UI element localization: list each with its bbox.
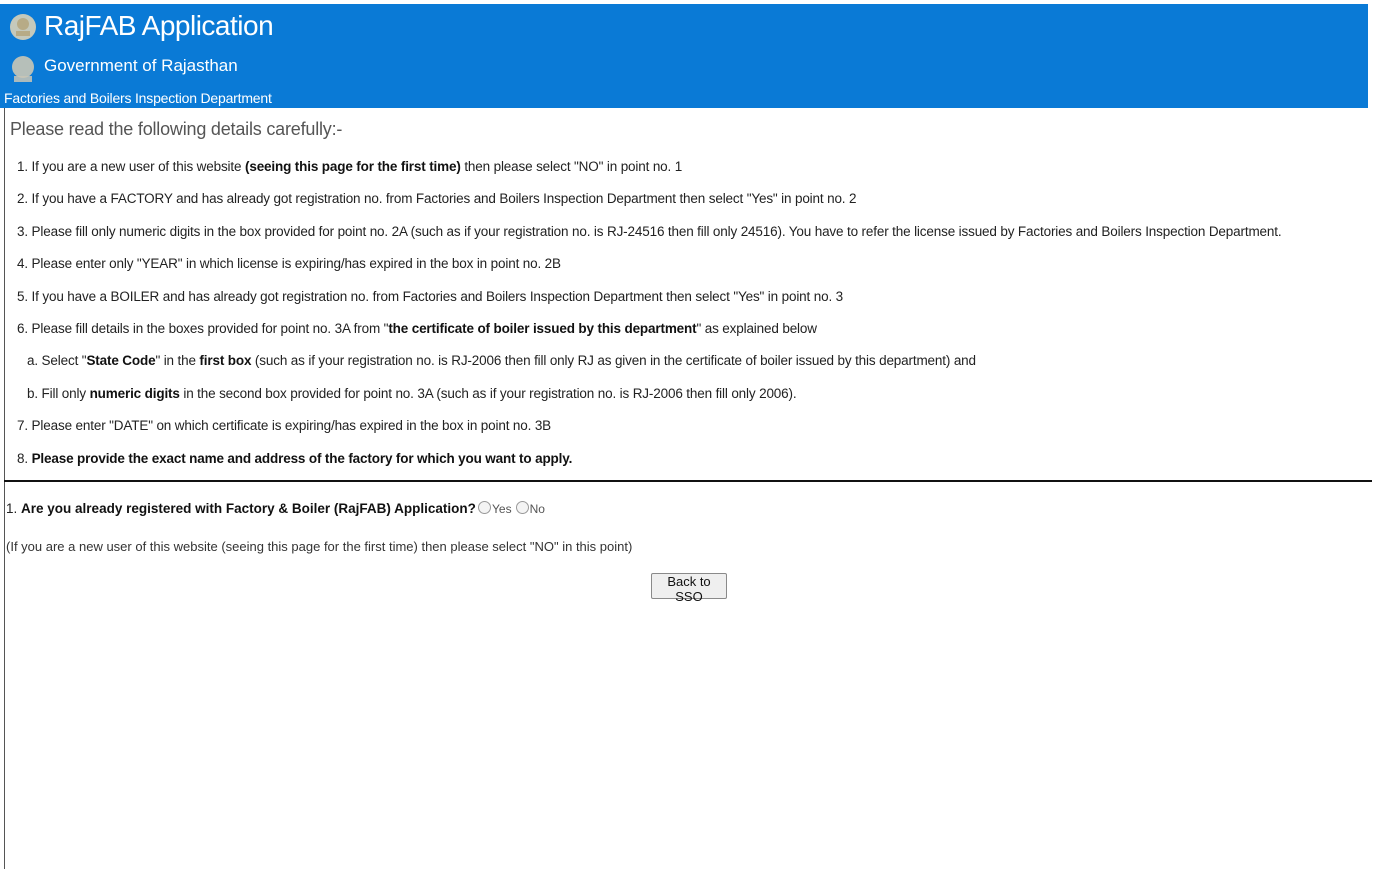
radio-no[interactable] — [515, 501, 529, 514]
header-banner: RajFAB Application Government of Rajasth… — [0, 4, 1368, 108]
left-border — [4, 108, 5, 869]
instruction-7: 7. Please enter "DATE" on which certific… — [17, 418, 552, 433]
instruction-3: 3. Please fill only numeric digits in th… — [17, 224, 1282, 239]
state-emblem-icon — [10, 14, 36, 40]
government-title: Government of Rajasthan — [44, 56, 238, 75]
radio-no-label[interactable]: No — [530, 502, 545, 516]
instruction-2: 2. If you have a FACTORY and has already… — [17, 191, 857, 206]
instruction-4: 4. Please enter only "YEAR" in which lic… — [17, 256, 561, 271]
section-divider — [4, 480, 1372, 482]
registration-radio-group: Yes No — [478, 501, 549, 516]
radio-yes[interactable] — [478, 501, 491, 514]
app-title: RajFAB Application — [44, 10, 274, 41]
instruction-6b: b. Fill only numeric digits in the secon… — [27, 386, 797, 401]
government-emblem-icon — [12, 56, 34, 82]
instruction-6a: a. Select "State Code" in the first box … — [27, 353, 976, 368]
department-title: Factories and Boilers Inspection Departm… — [4, 90, 272, 106]
radio-yes-label[interactable]: Yes — [492, 502, 512, 516]
instruction-5: 5. If you have a BOILER and has already … — [17, 289, 844, 304]
instruction-1: 1. If you are a new user of this website… — [17, 159, 683, 174]
intro-heading: Please read the following details carefu… — [10, 119, 343, 139]
back-to-sso-button[interactable]: Back to SSO — [651, 573, 727, 604]
instruction-8: 8. Please provide the exact name and add… — [17, 451, 573, 466]
instruction-6: 6. Please fill details in the boxes prov… — [17, 321, 817, 336]
question-text: Are you already registered with Factory … — [21, 501, 476, 516]
question-note: (If you are a new user of this website (… — [6, 539, 633, 554]
registration-question: 1. Are you already registered with Facto… — [6, 501, 476, 516]
question-number: 1. — [6, 501, 18, 516]
